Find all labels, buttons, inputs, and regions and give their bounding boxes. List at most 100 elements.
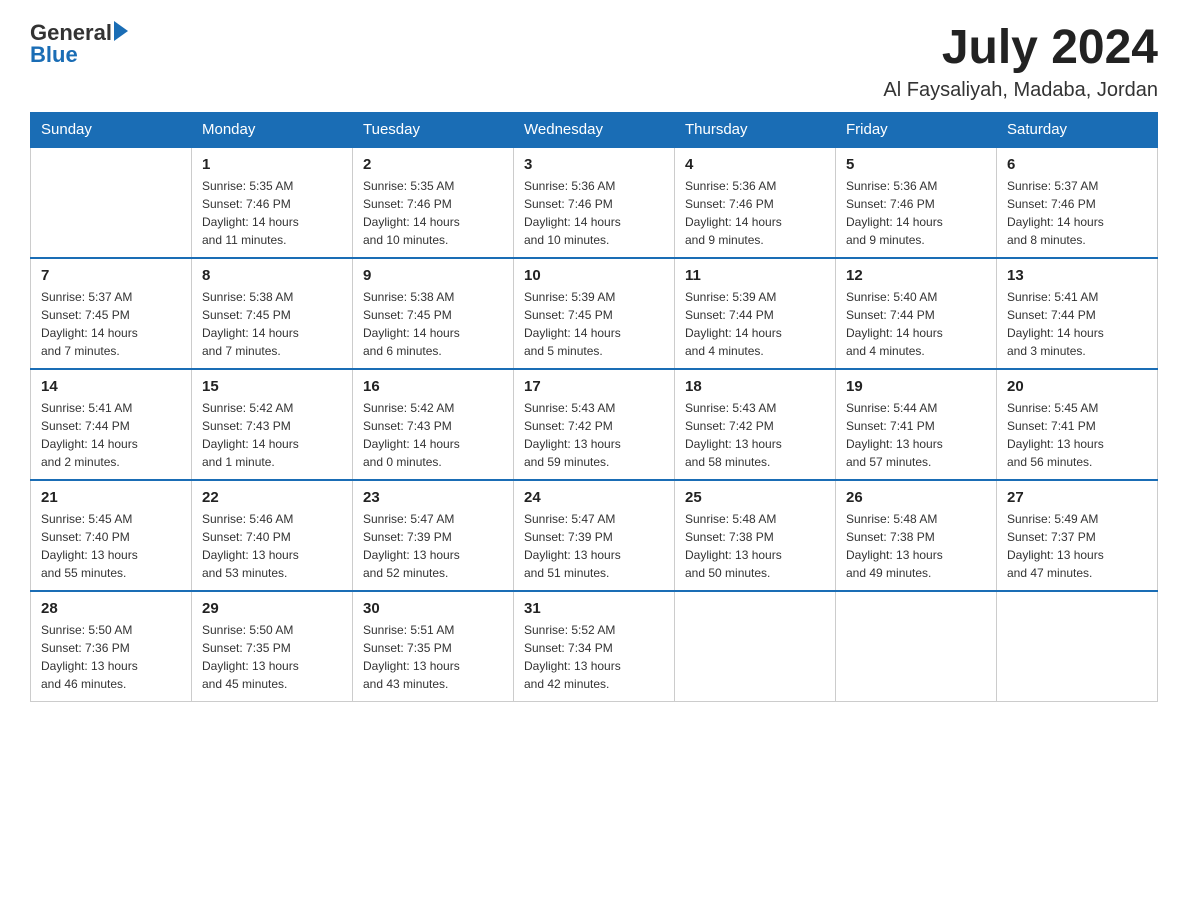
day-info: Sunrise: 5:36 AMSunset: 7:46 PMDaylight:…: [524, 177, 664, 249]
day-info: Sunrise: 5:49 AMSunset: 7:37 PMDaylight:…: [1007, 510, 1147, 582]
calendar-cell: 16 Sunrise: 5:42 AMSunset: 7:43 PMDayligh…: [353, 369, 514, 480]
day-number: 7: [41, 267, 181, 284]
calendar-table: SundayMondayTuesdayWednesdayThursdayFrid…: [30, 112, 1158, 702]
calendar-cell: [997, 591, 1158, 702]
calendar-cell: 25Sunrise: 5:48 AMSunset: 7:38 PMDayligh…: [675, 480, 836, 591]
calendar-header-tuesday: Tuesday: [353, 113, 514, 148]
day-info: Sunrise: 5:38 AMSunset: 7:45 PMDaylight:…: [202, 288, 342, 360]
calendar-header-row: SundayMondayTuesdayWednesdayThursdayFrid…: [31, 113, 1158, 148]
day-number: 21: [41, 489, 181, 506]
calendar-cell: [675, 591, 836, 702]
logo: General Blue: [30, 20, 128, 68]
calendar-cell: 5Sunrise: 5:36 AMSunset: 7:46 PMDaylight…: [836, 147, 997, 258]
day-number: 26: [846, 489, 986, 506]
calendar-cell: 24Sunrise: 5:47 AMSunset: 7:39 PMDayligh…: [514, 480, 675, 591]
day-info: Sunrise: 5:52 AMSunset: 7:34 PMDaylight:…: [524, 621, 664, 693]
day-number: 8: [202, 267, 342, 284]
calendar-week-row: 28Sunrise: 5:50 AMSunset: 7:36 PMDayligh…: [31, 591, 1158, 702]
day-info: Sunrise: 5:35 AMSunset: 7:46 PMDaylight:…: [363, 177, 503, 249]
day-number: 22: [202, 489, 342, 506]
day-number: 20: [1007, 378, 1147, 395]
calendar-cell: 17 Sunrise: 5:43 AMSunset: 7:42 PMDayligh…: [514, 369, 675, 480]
day-info: Sunrise: 5:42 AMSunset: 7:43 PMDaylight:…: [202, 399, 342, 471]
calendar-week-row: 1 Sunrise: 5:35 AMSunset: 7:46 PMDaylight…: [31, 147, 1158, 258]
day-number: 30: [363, 600, 503, 617]
title-section: July 2024 Al Faysaliyah, Madaba, Jordan: [883, 20, 1158, 102]
calendar-cell: 1Sunrise: 5:35 AMSunset: 7:46 PMDaylight…: [192, 147, 353, 258]
day-info: Sunrise: 5:36 AMSunset: 7:46 PMDaylight:…: [685, 177, 825, 249]
day-info: Sunrise: 5:46 AMSunset: 7:40 PMDaylight:…: [202, 510, 342, 582]
day-number: 24: [524, 489, 664, 506]
day-number: 18: [685, 378, 825, 395]
day-number: 1: [202, 156, 342, 173]
day-info: Sunrise: 5:47 AMSunset: 7:39 PMDaylight:…: [363, 510, 503, 582]
calendar-header-wednesday: Wednesday: [514, 113, 675, 148]
day-number: 28: [41, 600, 181, 617]
calendar-cell: 18 Sunrise: 5:43 AMSunset: 7:42 PMDayligh…: [675, 369, 836, 480]
day-info: Sunrise: 5:43 AMSunset: 7:42 PMDaylight:…: [524, 399, 664, 471]
calendar-cell: 6 Sunrise: 5:37 AMSunset: 7:46 PMDaylight…: [997, 147, 1158, 258]
day-number: 16: [363, 378, 503, 395]
logo-arrow-icon: [114, 21, 128, 41]
calendar-header-friday: Friday: [836, 113, 997, 148]
month-title: July 2024: [883, 20, 1158, 75]
calendar-cell: [31, 147, 192, 258]
calendar-cell: 7Sunrise: 5:37 AMSunset: 7:45 PMDaylight…: [31, 258, 192, 369]
calendar-cell: 14 Sunrise: 5:41 AMSunset: 7:44 PMDayligh…: [31, 369, 192, 480]
day-info: Sunrise: 5:42 AMSunset: 7:43 PMDaylight:…: [363, 399, 503, 471]
calendar-header-saturday: Saturday: [997, 113, 1158, 148]
calendar-cell: 30 Sunrise: 5:51 AMSunset: 7:35 PMDayligh…: [353, 591, 514, 702]
day-number: 31: [524, 600, 664, 617]
calendar-cell: 26Sunrise: 5:48 AMSunset: 7:38 PMDayligh…: [836, 480, 997, 591]
calendar-cell: 27 Sunrise: 5:49 AMSunset: 7:37 PMDayligh…: [997, 480, 1158, 591]
calendar-week-row: 7Sunrise: 5:37 AMSunset: 7:45 PMDaylight…: [31, 258, 1158, 369]
calendar-cell: 13 Sunrise: 5:41 AMSunset: 7:44 PMDayligh…: [997, 258, 1158, 369]
location: Al Faysaliyah, Madaba, Jordan: [883, 79, 1158, 102]
day-number: 4: [685, 156, 825, 173]
calendar-cell: 3Sunrise: 5:36 AMSunset: 7:46 PMDaylight…: [514, 147, 675, 258]
day-number: 6: [1007, 156, 1147, 173]
day-info: Sunrise: 5:48 AMSunset: 7:38 PMDaylight:…: [685, 510, 825, 582]
calendar-header-sunday: Sunday: [31, 113, 192, 148]
day-number: 13: [1007, 267, 1147, 284]
calendar-cell: 15 Sunrise: 5:42 AMSunset: 7:43 PMDayligh…: [192, 369, 353, 480]
calendar-week-row: 14 Sunrise: 5:41 AMSunset: 7:44 PMDayligh…: [31, 369, 1158, 480]
day-info: Sunrise: 5:45 AMSunset: 7:41 PMDaylight:…: [1007, 399, 1147, 471]
day-info: Sunrise: 5:39 AMSunset: 7:44 PMDaylight:…: [685, 288, 825, 360]
calendar-cell: 28Sunrise: 5:50 AMSunset: 7:36 PMDayligh…: [31, 591, 192, 702]
day-info: Sunrise: 5:37 AMSunset: 7:46 PMDaylight:…: [1007, 177, 1147, 249]
page-header: General Blue July 2024 Al Faysaliyah, Ma…: [30, 20, 1158, 102]
day-number: 12: [846, 267, 986, 284]
logo-text-blue: Blue: [30, 42, 78, 68]
calendar-week-row: 21 Sunrise: 5:45 AMSunset: 7:40 PMDayligh…: [31, 480, 1158, 591]
day-info: Sunrise: 5:50 AMSunset: 7:35 PMDaylight:…: [202, 621, 342, 693]
day-number: 11: [685, 267, 825, 284]
day-number: 19: [846, 378, 986, 395]
calendar-header-thursday: Thursday: [675, 113, 836, 148]
calendar-cell: 19Sunrise: 5:44 AMSunset: 7:41 PMDayligh…: [836, 369, 997, 480]
calendar-cell: 10Sunrise: 5:39 AMSunset: 7:45 PMDayligh…: [514, 258, 675, 369]
calendar-cell: 4 Sunrise: 5:36 AMSunset: 7:46 PMDaylight…: [675, 147, 836, 258]
day-number: 17: [524, 378, 664, 395]
calendar-cell: 2Sunrise: 5:35 AMSunset: 7:46 PMDaylight…: [353, 147, 514, 258]
day-number: 29: [202, 600, 342, 617]
day-number: 10: [524, 267, 664, 284]
day-info: Sunrise: 5:51 AMSunset: 7:35 PMDaylight:…: [363, 621, 503, 693]
calendar-cell: 9Sunrise: 5:38 AMSunset: 7:45 PMDaylight…: [353, 258, 514, 369]
day-number: 14: [41, 378, 181, 395]
calendar-cell: 29 Sunrise: 5:50 AMSunset: 7:35 PMDayligh…: [192, 591, 353, 702]
day-info: Sunrise: 5:40 AMSunset: 7:44 PMDaylight:…: [846, 288, 986, 360]
day-info: Sunrise: 5:45 AMSunset: 7:40 PMDaylight:…: [41, 510, 181, 582]
day-number: 15: [202, 378, 342, 395]
calendar-header-monday: Monday: [192, 113, 353, 148]
calendar-cell: 20 Sunrise: 5:45 AMSunset: 7:41 PMDayligh…: [997, 369, 1158, 480]
day-info: Sunrise: 5:36 AMSunset: 7:46 PMDaylight:…: [846, 177, 986, 249]
calendar-cell: 31 Sunrise: 5:52 AMSunset: 7:34 PMDayligh…: [514, 591, 675, 702]
day-number: 23: [363, 489, 503, 506]
day-info: Sunrise: 5:41 AMSunset: 7:44 PMDaylight:…: [1007, 288, 1147, 360]
day-number: 27: [1007, 489, 1147, 506]
day-info: Sunrise: 5:43 AMSunset: 7:42 PMDaylight:…: [685, 399, 825, 471]
calendar-cell: [836, 591, 997, 702]
calendar-cell: 12 Sunrise: 5:40 AMSunset: 7:44 PMDayligh…: [836, 258, 997, 369]
day-info: Sunrise: 5:41 AMSunset: 7:44 PMDaylight:…: [41, 399, 181, 471]
